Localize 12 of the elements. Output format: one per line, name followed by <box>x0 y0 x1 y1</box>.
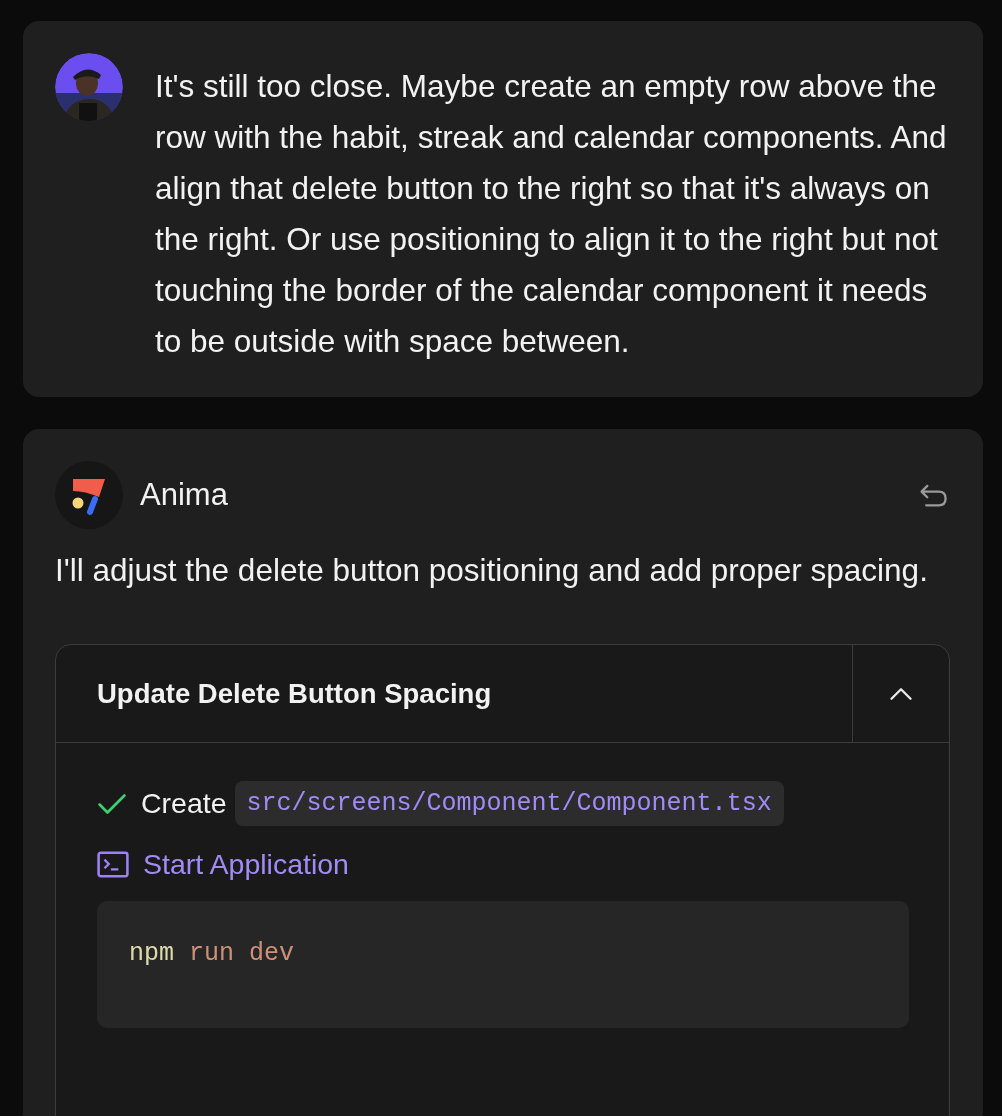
code-word: run <box>189 939 235 968</box>
task-title: Update Delete Button Spacing <box>96 676 493 711</box>
code-word: npm <box>129 939 174 968</box>
step-label: Create <box>141 787 227 820</box>
message-text: It's still too close. Maybe create an empty row above the row with the habit, streak and calendar components. And align that delete button to the right so that it's always on the right. Or use positioning to align it to the right but not touching the border of the calendar component it needs to be outside with space between. <box>155 67 948 361</box>
file-path[interactable]: src/screens/Component/Component.tsx <box>234 781 784 826</box>
terminal-icon <box>97 851 129 878</box>
code-word: dev <box>249 939 295 968</box>
message-text: I'll adjust the delete button positioning and add proper spacing. <box>55 551 929 590</box>
step-label: Start Application <box>143 848 349 881</box>
sender-name: Anima <box>140 477 229 513</box>
logo-icon <box>55 461 123 529</box>
